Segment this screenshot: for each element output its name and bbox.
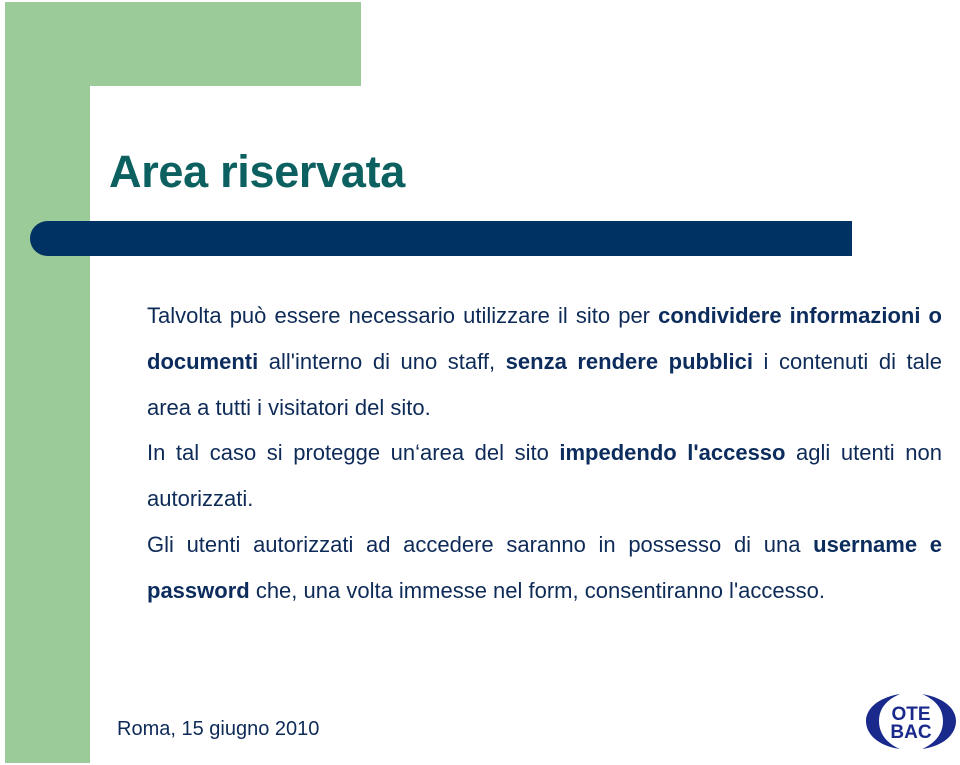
green-decoration-left <box>5 2 90 763</box>
text-run: In tal caso si protegge un‘area del sito <box>147 440 560 466</box>
paragraph: In tal caso si protegge un‘area del sito… <box>147 430 942 522</box>
paragraph: Talvolta può essere necessario utilizzar… <box>147 293 942 430</box>
emphasized-text: senza rendere pubblici <box>505 348 753 374</box>
slide-body: Talvolta può essere necessario utilizzar… <box>147 293 942 614</box>
text-run: Gli utenti autorizzati ad accedere saran… <box>147 531 814 557</box>
footer-date: Roma, 15 giugno 2010 <box>117 718 320 740</box>
otebac-logo: OTE BAC <box>866 694 956 749</box>
emphasized-text: impedendo l'accesso <box>559 440 786 466</box>
text-run: che, una volta immesse nel form, consent… <box>249 577 825 603</box>
title-underline-bar <box>30 221 852 256</box>
text-run: all'interno di uno staff, <box>258 348 506 374</box>
text-run: Talvolta può essere necessario utilizzar… <box>147 303 659 328</box>
logo-text-line2: BAC <box>890 722 931 743</box>
slide-title: Area riservata <box>109 146 406 197</box>
paragraph: Gli utenti autorizzati ad accedere saran… <box>147 522 942 614</box>
